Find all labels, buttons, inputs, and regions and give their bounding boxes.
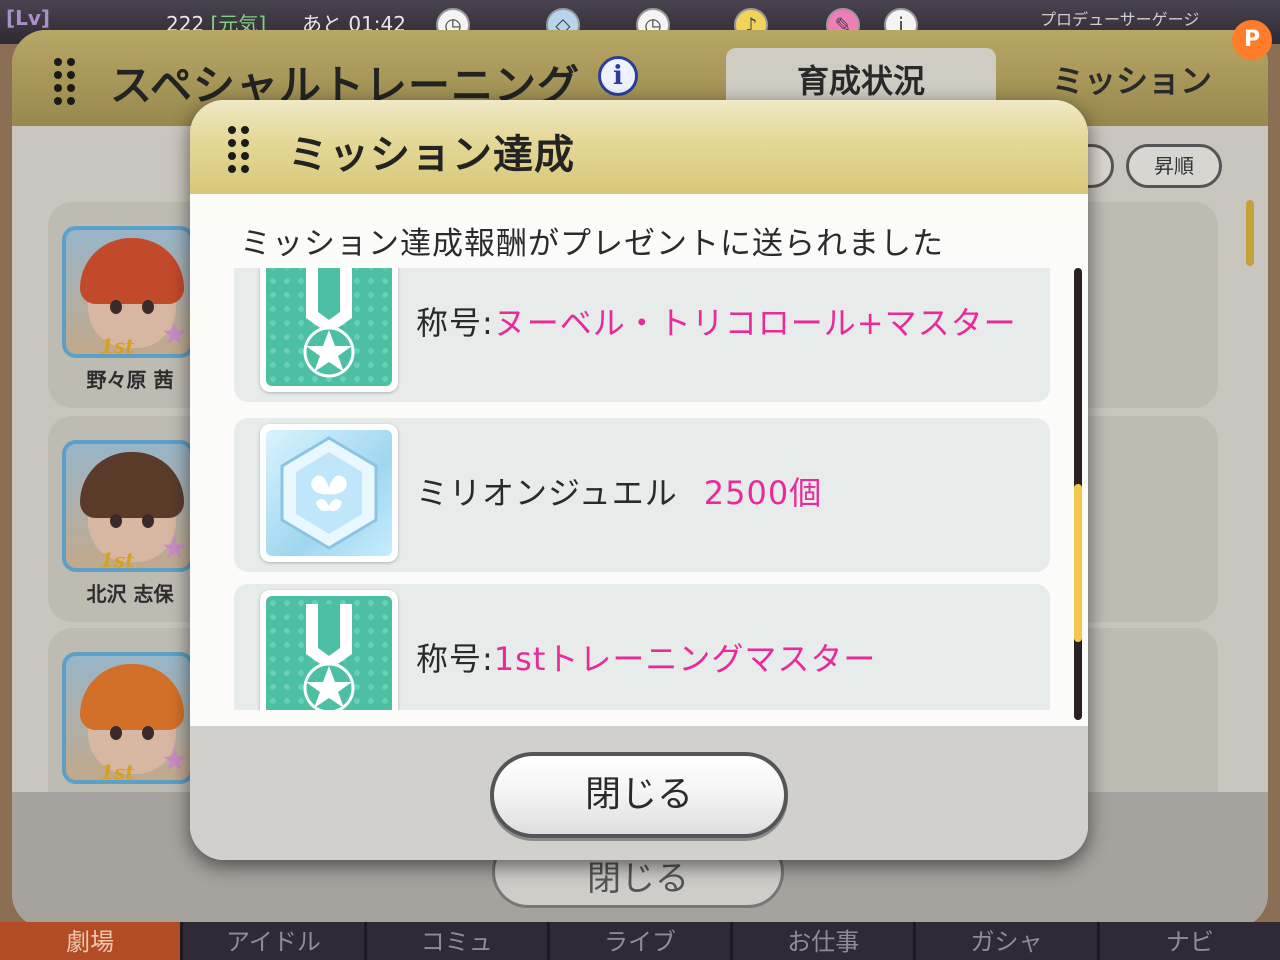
reward-item: ミリオンジュエル 2500個 [234, 418, 1050, 572]
dialog-header: ミッション達成 [190, 100, 1088, 194]
reward-item: 称号:ヌーベル・トリコロール+マスター [234, 268, 1050, 402]
nav-idol[interactable]: アイドル [183, 922, 367, 960]
reward-value: 1stトレーニングマスター [493, 640, 877, 678]
reward-list[interactable]: 称号:ヌーベル・トリコロール+マスター ミリオンジュエル 2500個 称号:1s… [234, 268, 1052, 710]
reward-label: 称号:ヌーベル・トリコロール+マスター [416, 298, 1017, 344]
rank-label: 1st [100, 334, 135, 358]
star-icon: ★ [161, 317, 188, 352]
reward-prefix: 称号: [416, 640, 494, 678]
reward-quantity: 2500個 [703, 474, 823, 512]
jewel-icon [260, 424, 398, 562]
close-button[interactable]: 閉じる [490, 752, 788, 838]
nav-commu[interactable]: コミュ [367, 922, 550, 960]
grip-icon [54, 58, 75, 105]
dialog-title: ミッション達成 [288, 132, 575, 178]
reward-value: ヌーベル・トリコロール+マスター [493, 304, 1017, 342]
idol-portrait: 1st ★ [62, 226, 194, 358]
nav-navi[interactable]: ナビ [1100, 922, 1280, 960]
level-badge: [Lv] [6, 6, 51, 30]
reward-label: ミリオンジュエル 2500個 [416, 468, 822, 514]
reward-item: 称号:1stトレーニングマスター [234, 584, 1050, 710]
bottom-nav: 劇場 アイドル コミュ ライブ お仕事 ガシャ ナビ [0, 922, 1280, 960]
producer-gauge-label: プロデューサーゲージ [1040, 10, 1200, 29]
reward-item-name: ミリオンジュエル [416, 474, 678, 512]
idol-name: 野々原 茜 [86, 368, 174, 392]
reward-scrollbar-thumb[interactable] [1074, 484, 1082, 642]
nav-work[interactable]: お仕事 [733, 922, 917, 960]
info-icon[interactable]: i [598, 56, 638, 96]
producer-badge[interactable]: P [1232, 20, 1272, 60]
mission-complete-dialog: ミッション達成 ミッション達成報酬がプレゼントに送られました 称号:ヌーベル・ト… [190, 100, 1088, 860]
list-scrollbar[interactable] [1246, 200, 1254, 266]
reward-prefix: 称号: [416, 304, 494, 342]
sort-order-button[interactable]: 昇順 [1126, 144, 1222, 188]
idol-portrait: 1st ★ [62, 440, 194, 572]
grip-icon [228, 126, 249, 173]
nav-gacha[interactable]: ガシャ [916, 922, 1100, 960]
medal-icon [260, 268, 398, 392]
idol-name: 北沢 志保 [86, 582, 174, 606]
dialog-footer: 閉じる [190, 726, 1088, 860]
rank-label: 1st [100, 760, 135, 784]
idol-portrait: 1st ★ [62, 652, 194, 784]
star-icon: ★ [161, 743, 188, 778]
dialog-message: ミッション達成報酬がプレゼントに送られました [240, 226, 944, 262]
medal-icon [260, 590, 398, 710]
nav-theater[interactable]: 劇場 [0, 922, 184, 960]
reward-label: 称号:1stトレーニングマスター [416, 634, 876, 680]
star-icon: ★ [161, 531, 188, 566]
nav-live[interactable]: ライブ [550, 922, 734, 960]
rank-label: 1st [100, 548, 135, 572]
